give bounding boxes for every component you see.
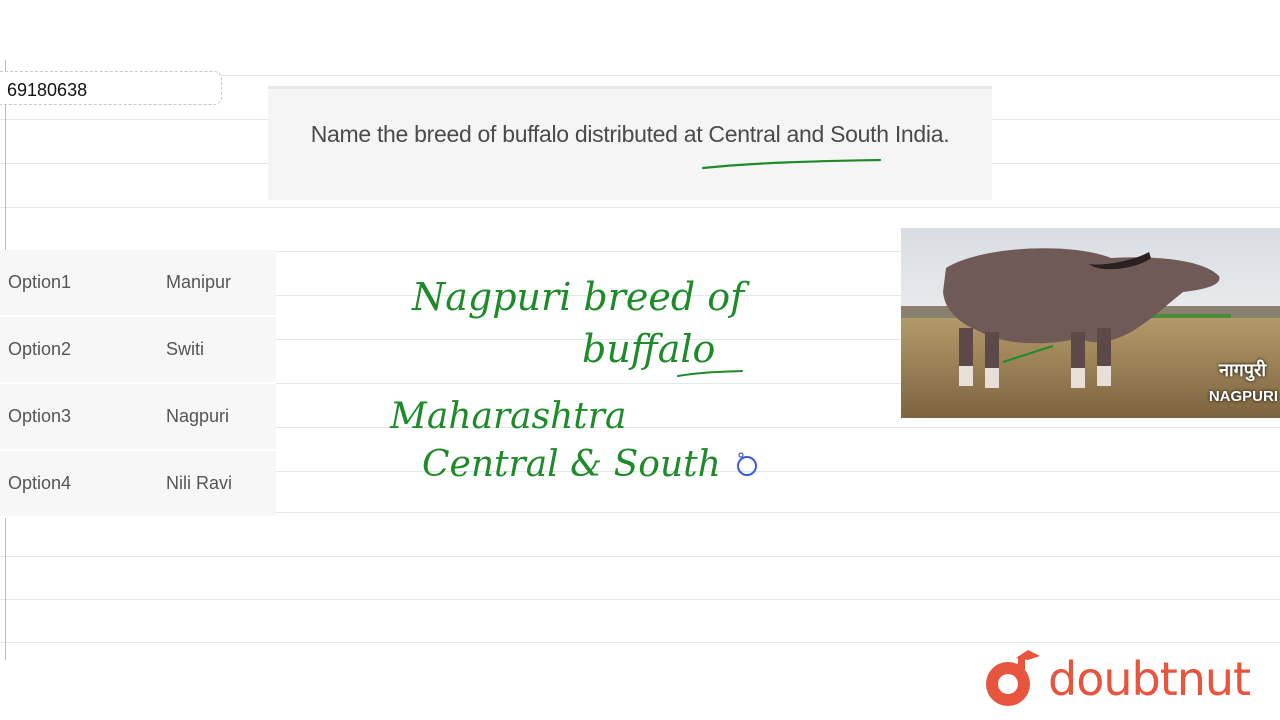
handwritten-line-4: Central & South (422, 444, 721, 485)
option-row-1[interactable]: Option1 Manipur (0, 250, 276, 317)
pen-cursor-icon (737, 456, 757, 476)
brand-name: doubtnut (1048, 652, 1251, 706)
option-key: Option4 (8, 473, 72, 493)
option-value: Switi (166, 339, 205, 359)
pen-tip-icon (738, 452, 744, 458)
ruled-line (0, 207, 1280, 208)
handwritten-line-3: Maharashtra (389, 396, 626, 437)
option-key: Option2 (8, 339, 72, 359)
option-row-2[interactable]: Option2 Switi (0, 317, 276, 384)
doubtnut-logo: doubtnut (982, 644, 1272, 714)
buffalo-underline (677, 370, 743, 377)
options-table: Option1 Manipur Option2 Switi Option3 Na… (0, 250, 276, 518)
buffalo-photo: नागपुरी NAGPURI (901, 228, 1280, 418)
question-id: 69180638 (7, 80, 88, 100)
handwritten-line-1: Nagpuri breed of (411, 275, 750, 319)
option-row-4[interactable]: Option4 Nili Ravi (0, 451, 276, 518)
question-card: Name the breed of buffalo distributed at… (268, 86, 992, 200)
question-text: Name the breed of buffalo distributed at… (310, 121, 950, 147)
option-value: Nagpuri (166, 406, 230, 426)
photo-caption-hindi: नागपुरी (1218, 360, 1266, 381)
question-id-box[interactable]: 69180638 (0, 71, 222, 105)
ruled-line (0, 556, 1280, 557)
ruled-line (0, 642, 1280, 643)
option-value: Manipur (166, 272, 232, 292)
option-key: Option3 (8, 406, 72, 426)
handwritten-line-2: buffalo (582, 327, 715, 371)
photo-caption-english: NAGPURI (1208, 388, 1278, 405)
ruled-line (0, 599, 1280, 600)
option-key: Option1 (8, 272, 72, 292)
option-value: Nili Ravi (166, 473, 233, 493)
whiteboard-page: 69180638 Name the breed of buffalo distr… (0, 0, 1280, 720)
option-row-3[interactable]: Option3 Nagpuri (0, 384, 276, 451)
doubtnut-logo-icon (986, 650, 1040, 706)
